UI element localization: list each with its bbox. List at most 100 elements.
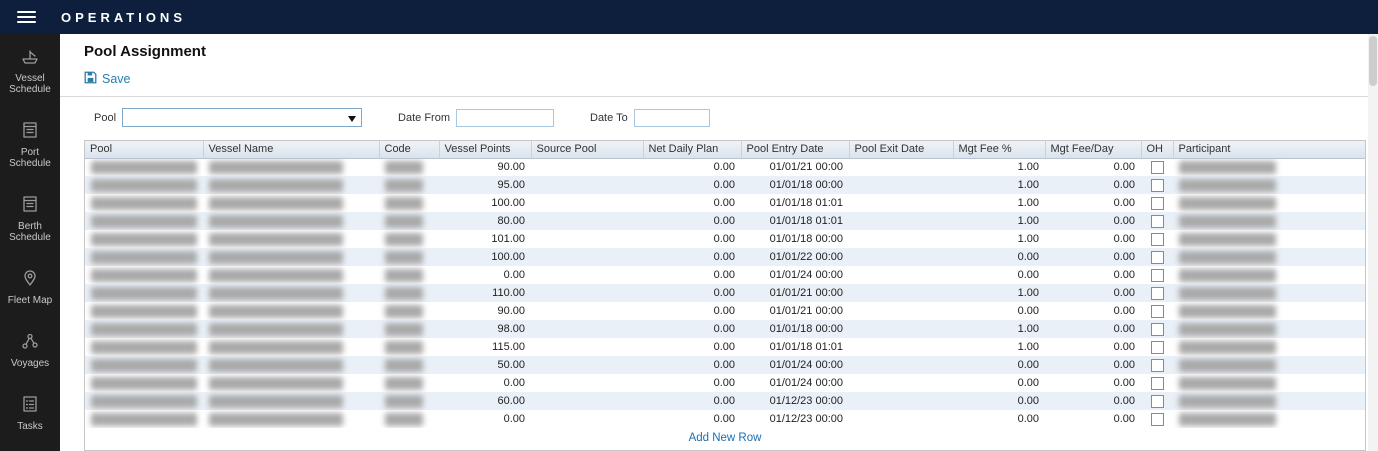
redacted-code-value xyxy=(385,251,423,264)
redacted-pool-value xyxy=(91,179,197,192)
table-row[interactable]: 90.00 0.00 01/01/21 00:00 0.00 0.00 xyxy=(85,302,1365,320)
oh-checkbox[interactable] xyxy=(1151,395,1164,408)
mgt-fee-pct-cell: 1.00 xyxy=(953,284,1045,302)
column-header-mgt-fee-day[interactable]: Mgt Fee/Day xyxy=(1045,141,1141,158)
sidebar-item-label: Port Schedule xyxy=(0,147,60,169)
oh-checkbox[interactable] xyxy=(1151,323,1164,336)
participant-cell xyxy=(1173,302,1365,320)
oh-checkbox[interactable] xyxy=(1151,233,1164,246)
table-row[interactable]: 0.00 0.00 01/01/24 00:00 0.00 0.00 xyxy=(85,266,1365,284)
redacted-pool-value xyxy=(91,215,197,228)
table-row[interactable]: 100.00 0.00 01/01/18 01:01 1.00 0.00 xyxy=(85,194,1365,212)
port-schedule-icon xyxy=(20,120,40,143)
redacted-pool-value xyxy=(91,395,197,408)
oh-cell xyxy=(1141,176,1173,194)
sidebar-item-tasks[interactable]: Tasks xyxy=(0,394,60,432)
table-row[interactable]: 60.00 0.00 01/12/23 00:00 0.00 0.00 xyxy=(85,392,1365,410)
pool-exit-date-cell xyxy=(849,230,953,248)
redacted-participant-value xyxy=(1179,359,1276,372)
vessel-points-cell: 60.00 xyxy=(439,392,531,410)
table-row[interactable]: 80.00 0.00 01/01/18 01:01 1.00 0.00 xyxy=(85,212,1365,230)
sidebar-item-label: Berth Schedule xyxy=(0,221,60,243)
redacted-participant-value xyxy=(1179,305,1276,318)
table-row[interactable]: 0.00 0.00 01/01/24 00:00 0.00 0.00 xyxy=(85,374,1365,392)
code-cell xyxy=(379,248,439,266)
column-header-pool-entry-date[interactable]: Pool Entry Date xyxy=(741,141,849,158)
redacted-code-value xyxy=(385,341,423,354)
net-daily-plan-cell: 0.00 xyxy=(643,176,741,194)
vessel-points-cell: 100.00 xyxy=(439,194,531,212)
column-header-pool[interactable]: Pool xyxy=(85,141,203,158)
vessel-name-cell xyxy=(203,194,379,212)
table-row[interactable]: 101.00 0.00 01/01/18 00:00 1.00 0.00 xyxy=(85,230,1365,248)
oh-checkbox[interactable] xyxy=(1151,215,1164,228)
save-label: Save xyxy=(102,72,131,86)
column-header-vessel-points[interactable]: Vessel Points xyxy=(439,141,531,158)
redacted-participant-value xyxy=(1179,251,1276,264)
table-row[interactable]: 98.00 0.00 01/01/18 00:00 1.00 0.00 xyxy=(85,320,1365,338)
oh-checkbox[interactable] xyxy=(1151,179,1164,192)
oh-checkbox[interactable] xyxy=(1151,251,1164,264)
table-row[interactable]: 100.00 0.00 01/01/22 00:00 0.00 0.00 xyxy=(85,248,1365,266)
table-row[interactable]: 95.00 0.00 01/01/18 00:00 1.00 0.00 xyxy=(85,176,1365,194)
sidebar-item-vessel-schedule[interactable]: Vessel Schedule xyxy=(0,46,60,95)
save-button[interactable]: Save xyxy=(84,71,131,87)
sidebar-item-port-schedule[interactable]: Port Schedule xyxy=(0,120,60,169)
oh-checkbox[interactable] xyxy=(1151,305,1164,318)
redacted-pool-value xyxy=(91,413,197,426)
column-header-code[interactable]: Code xyxy=(379,141,439,158)
source-pool-cell xyxy=(531,302,643,320)
table-body: 90.00 0.00 01/01/21 00:00 1.00 0.00 95.0… xyxy=(85,158,1365,428)
column-header-participant[interactable]: Participant xyxy=(1173,141,1365,158)
vessel-name-cell xyxy=(203,284,379,302)
pool-exit-date-cell xyxy=(849,392,953,410)
code-cell xyxy=(379,392,439,410)
menu-icon[interactable] xyxy=(17,11,36,23)
redacted-vessel-name-value xyxy=(209,341,343,354)
oh-checkbox[interactable] xyxy=(1151,413,1164,426)
source-pool-cell xyxy=(531,356,643,374)
oh-checkbox[interactable] xyxy=(1151,341,1164,354)
table-row[interactable]: 115.00 0.00 01/01/18 01:01 1.00 0.00 xyxy=(85,338,1365,356)
oh-checkbox[interactable] xyxy=(1151,287,1164,300)
vessel-points-cell: 80.00 xyxy=(439,212,531,230)
pool-exit-date-cell xyxy=(849,284,953,302)
app-title: OPERATIONS xyxy=(61,10,186,25)
source-pool-cell xyxy=(531,248,643,266)
pool-cell xyxy=(85,374,203,392)
oh-checkbox[interactable] xyxy=(1151,161,1164,174)
column-header-net-daily-plan[interactable]: Net Daily Plan xyxy=(643,141,741,158)
mgt-fee-pct-cell: 0.00 xyxy=(953,248,1045,266)
table-row[interactable]: 110.00 0.00 01/01/21 00:00 1.00 0.00 xyxy=(85,284,1365,302)
table-row[interactable]: 0.00 0.00 01/12/23 00:00 0.00 0.00 xyxy=(85,410,1365,428)
code-cell xyxy=(379,230,439,248)
sidebar-item-fleet-map[interactable]: Fleet Map xyxy=(0,268,60,306)
code-cell xyxy=(379,410,439,428)
mgt-fee-day-cell: 0.00 xyxy=(1045,230,1141,248)
vertical-scrollbar[interactable] xyxy=(1368,34,1378,451)
table-row[interactable]: 50.00 0.00 01/01/24 00:00 0.00 0.00 xyxy=(85,356,1365,374)
date-to-input[interactable] xyxy=(634,109,710,127)
oh-checkbox[interactable] xyxy=(1151,359,1164,372)
oh-checkbox[interactable] xyxy=(1151,377,1164,390)
column-header-source-pool[interactable]: Source Pool xyxy=(531,141,643,158)
oh-checkbox[interactable] xyxy=(1151,197,1164,210)
column-header-mgt-fee-pct[interactable]: Mgt Fee % xyxy=(953,141,1045,158)
column-header-vessel-name[interactable]: Vessel Name xyxy=(203,141,379,158)
column-header-pool-exit-date[interactable]: Pool Exit Date xyxy=(849,141,953,158)
participant-cell xyxy=(1173,374,1365,392)
scrollbar-thumb[interactable] xyxy=(1369,36,1377,86)
table-row[interactable]: 90.00 0.00 01/01/21 00:00 1.00 0.00 xyxy=(85,158,1365,176)
code-cell xyxy=(379,302,439,320)
pool-select[interactable] xyxy=(122,108,362,127)
oh-checkbox[interactable] xyxy=(1151,269,1164,282)
oh-cell xyxy=(1141,266,1173,284)
pool-entry-date-cell: 01/01/18 01:01 xyxy=(741,212,849,230)
add-new-row-link[interactable]: Add New Row xyxy=(85,428,1365,450)
redacted-participant-value xyxy=(1179,233,1276,246)
vessel-points-cell: 50.00 xyxy=(439,356,531,374)
date-from-input[interactable] xyxy=(456,109,554,127)
sidebar-item-berth-schedule[interactable]: Berth Schedule xyxy=(0,194,60,243)
sidebar-item-voyages[interactable]: Voyages xyxy=(0,331,60,369)
column-header-oh[interactable]: OH xyxy=(1141,141,1173,158)
